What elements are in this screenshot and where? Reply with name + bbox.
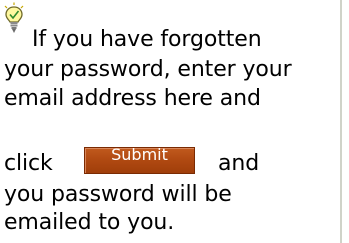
help-text-line-5: you password will be [4, 182, 232, 207]
help-text-line-3: email address here and [4, 86, 261, 111]
help-text-line-4-after: and [218, 151, 260, 176]
help-text-line-1: If you have forgotten [32, 27, 262, 52]
submit-button[interactable]: Submit [84, 147, 195, 174]
help-text-line-2: your password, enter your [4, 57, 292, 82]
password-help-panel: If you have forgotten your password, ent… [0, 0, 342, 243]
help-text-line-6: emailed to you. [4, 210, 175, 235]
help-text-line-4-before: click [4, 151, 53, 176]
lightbulb-hint-icon [4, 2, 24, 33]
